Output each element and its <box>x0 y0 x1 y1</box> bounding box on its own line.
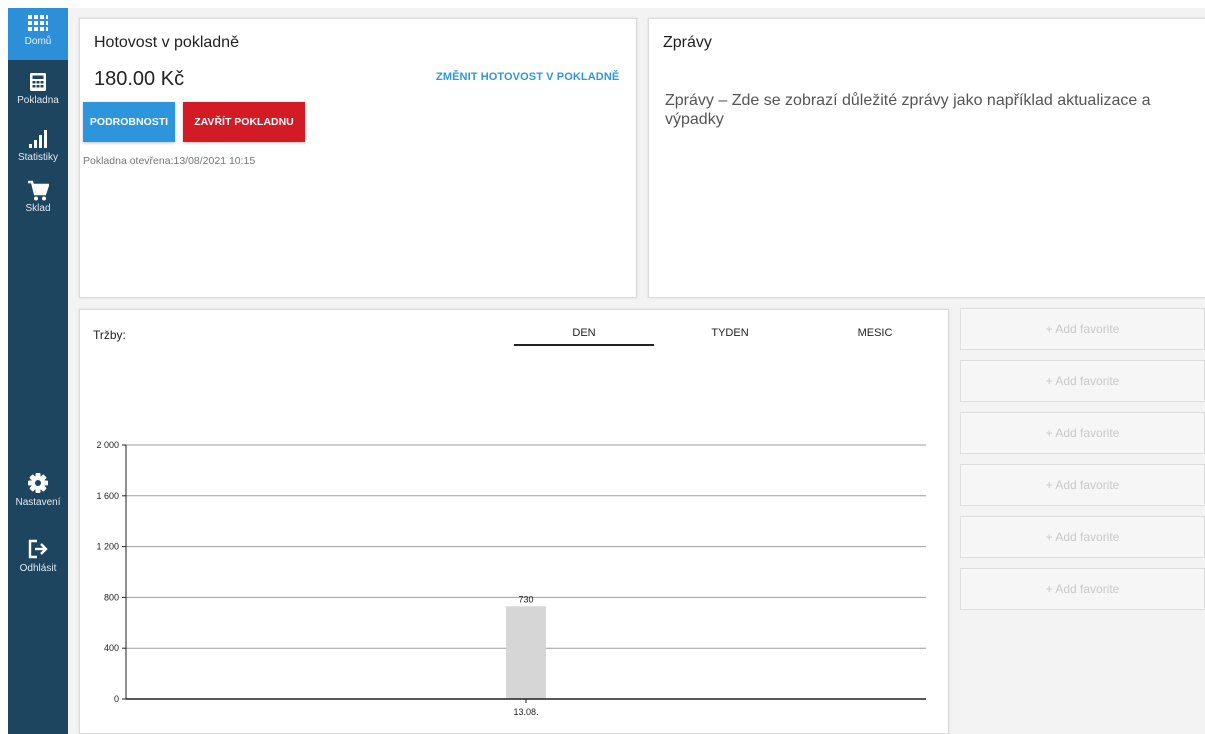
app-root: Domů Pokladna Statistiky Sklad Nastavení… <box>0 0 1205 734</box>
logout-icon <box>8 538 68 560</box>
add-favorite-button[interactable]: + Add favorite <box>960 464 1205 506</box>
close-register-button[interactable]: ZAVŘÍT POKLADNU <box>183 102 305 142</box>
sidebar-item-label: Domů <box>24 36 52 47</box>
sidebar-item-label: Statistiky <box>17 152 58 163</box>
bar <box>506 606 546 699</box>
y-tick-label: 1 600 <box>96 491 119 501</box>
y-tick-label: 0 <box>114 694 119 704</box>
cash-amount: 180.00 Kč <box>94 68 185 90</box>
gear-icon <box>8 472 68 494</box>
add-favorite-button[interactable]: + Add favorite <box>960 412 1205 454</box>
calculator-icon <box>8 72 68 92</box>
add-favorite-button[interactable]: + Add favorite <box>960 360 1205 402</box>
sidebar: Domů Pokladna Statistiky Sklad Nastavení… <box>8 8 68 734</box>
y-tick-label: 400 <box>104 643 119 653</box>
y-tick-label: 2 000 <box>96 440 119 450</box>
sidebar-item-nastaveni[interactable]: Nastavení <box>8 472 68 509</box>
sidebar-item-label: Odhlásit <box>19 563 57 574</box>
cash-card-title: Hotovost v pokladně <box>94 34 239 51</box>
add-favorite-button[interactable]: + Add favorite <box>960 568 1205 610</box>
main-content: Hotovost v pokladně 180.00 Kč ZMĚNIT HOT… <box>68 8 1205 734</box>
y-tick-label: 800 <box>104 592 119 602</box>
cash-card: Hotovost v pokladně 180.00 Kč ZMĚNIT HOT… <box>79 18 637 298</box>
signal-bars-icon <box>8 129 68 149</box>
sidebar-item-sklad[interactable]: Sklad <box>8 180 68 215</box>
sidebar-item-home[interactable]: Domů <box>8 8 68 60</box>
sales-chart-card: Tržby: DEN TYDEN MESIC 0 400 800 1 200 1 600… <box>79 309 949 734</box>
details-button[interactable]: PODROBNOSTI <box>83 102 175 142</box>
sidebar-item-odhlasit[interactable]: Odhlásit <box>8 538 68 575</box>
add-favorite-button[interactable]: + Add favorite <box>960 516 1205 558</box>
cart-icon <box>8 180 68 202</box>
sidebar-item-label: Nastavení <box>15 497 61 508</box>
add-favorite-button[interactable]: + Add favorite <box>960 308 1205 350</box>
x-tick-label: 13.08. <box>513 707 538 717</box>
sidebar-item-label: Sklad <box>25 203 51 214</box>
y-tick-label: 1 200 <box>96 542 119 552</box>
change-cash-link[interactable]: ZMĚNIT HOTOVOST V POKLADNĚ <box>436 71 619 83</box>
messages-text: Zprávy – Zde se zobrazí důležité zprávy … <box>665 92 1151 128</box>
sidebar-item-statistiky[interactable]: Statistiky <box>8 129 68 164</box>
sales-bar-chart: 0 400 800 1 200 1 600 2 000 730 13.08. <box>96 440 926 717</box>
sidebar-item-label: Pokladna <box>17 95 59 106</box>
messages-card: Zprávy Zprávy – Zde se zobrazí důležité … <box>648 18 1205 298</box>
register-opened-text: Pokladna otevřena:13/08/2021 10:15 <box>83 155 256 167</box>
messages-title: Zprávy <box>663 34 712 51</box>
grid-icon <box>8 14 68 36</box>
sidebar-item-pokladna[interactable]: Pokladna <box>8 72 68 107</box>
bar-data-label: 730 <box>518 594 533 604</box>
